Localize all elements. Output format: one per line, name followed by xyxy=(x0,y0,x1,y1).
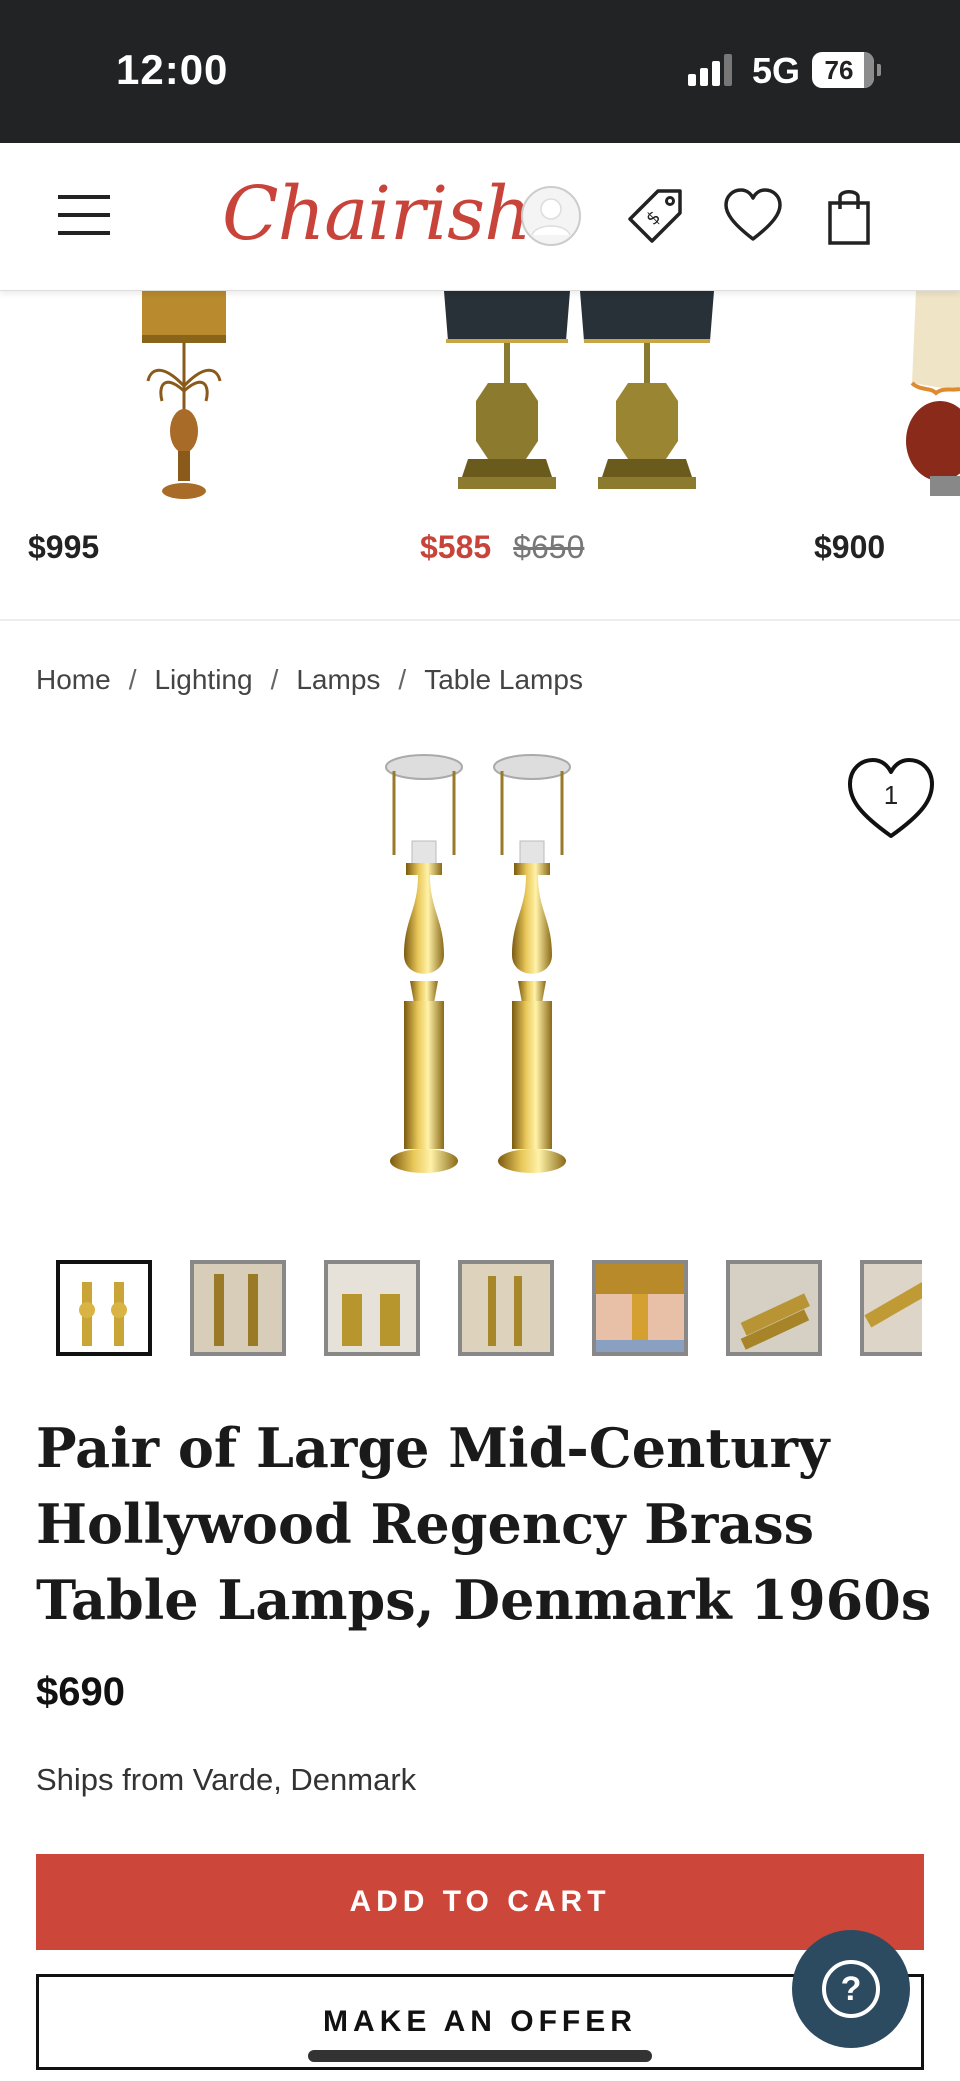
carousel-price-3: $900 xyxy=(814,529,886,565)
thumbnail[interactable] xyxy=(190,1260,286,1356)
add-to-cart-button[interactable]: ADD TO CART xyxy=(36,1854,924,1950)
status-time: 12:00 xyxy=(116,46,229,93)
sale-price: $585 xyxy=(420,529,492,565)
carousel-price-1: $995 xyxy=(28,529,100,565)
menu-icon[interactable] xyxy=(58,195,110,235)
home-indicator xyxy=(308,2050,652,2062)
thumbnail[interactable] xyxy=(860,1260,922,1356)
heart-icon[interactable] xyxy=(722,185,784,247)
site-header: Chairish $ xyxy=(0,143,960,291)
thumbnail[interactable] xyxy=(56,1260,152,1356)
network-label: 5G xyxy=(752,50,801,91)
carousel-price-2: $585 $650 xyxy=(420,529,584,566)
breadcrumb-lamps[interactable]: Lamps xyxy=(296,664,380,696)
favorite-button[interactable]: 1 xyxy=(846,756,936,840)
product-price: $690 xyxy=(36,1670,125,1714)
product-image-1[interactable] xyxy=(120,291,250,511)
breadcrumb-table-lamps[interactable]: Table Lamps xyxy=(424,664,583,696)
product-title: Pair of Large Mid-Century Hollywood Rege… xyxy=(36,1416,932,1632)
original-price: $650 xyxy=(513,529,585,565)
price-tag-icon[interactable]: $ xyxy=(624,185,686,247)
battery-level: 76 xyxy=(824,55,854,85)
thumbnail[interactable] xyxy=(726,1260,822,1356)
thumbnail[interactable] xyxy=(458,1260,554,1356)
product-image-2[interactable] xyxy=(440,291,720,511)
breadcrumb-separator: / xyxy=(398,664,407,695)
breadcrumb-separator: / xyxy=(270,664,279,695)
related-products-carousel[interactable]: $995 $585 $650 $900 xyxy=(0,291,960,621)
thumbnail[interactable] xyxy=(324,1260,420,1356)
signal-icon xyxy=(688,54,732,86)
battery-icon: 76 xyxy=(812,52,874,88)
product-image-3[interactable] xyxy=(900,291,960,511)
ships-from: Ships from Varde, Denmark xyxy=(36,1762,417,1797)
breadcrumb: Home / Lighting / Lamps / Table Lamps xyxy=(36,664,583,696)
help-icon: ? xyxy=(822,1960,880,2018)
breadcrumb-lighting[interactable]: Lighting xyxy=(154,664,252,696)
profile-icon[interactable] xyxy=(520,185,582,247)
site-logo[interactable]: Chairish xyxy=(222,171,532,257)
status-bar: 12:00 5G 76 xyxy=(0,0,960,143)
shopping-bag-icon[interactable] xyxy=(818,185,880,247)
favorite-count: 1 xyxy=(883,780,899,810)
help-button[interactable]: ? xyxy=(792,1930,910,2048)
breadcrumb-separator: / xyxy=(128,664,137,695)
thumbnail[interactable] xyxy=(592,1260,688,1356)
main-product-image[interactable] xyxy=(360,745,600,1195)
thumbnail-strip[interactable] xyxy=(56,1260,922,1356)
breadcrumb-home[interactable]: Home xyxy=(36,664,111,696)
svg-text:$: $ xyxy=(642,207,665,230)
